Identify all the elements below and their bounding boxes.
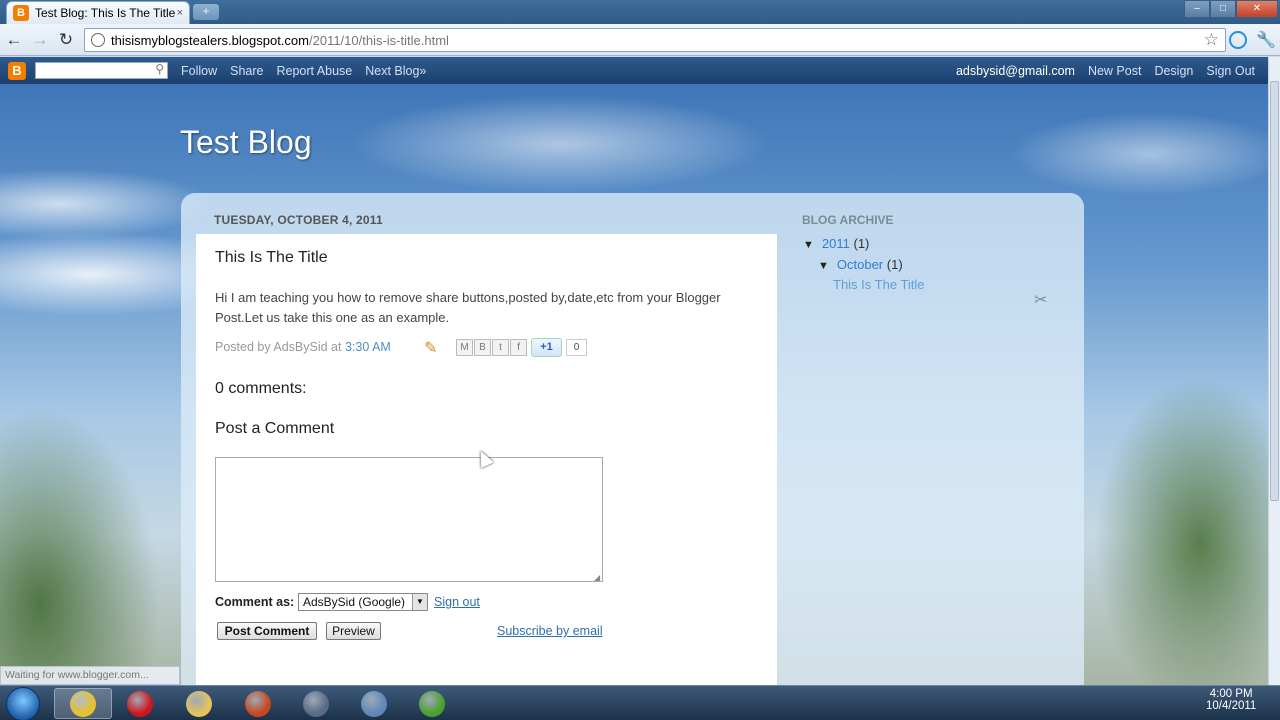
status-bar: Waiting for www.blogger.com...	[0, 666, 180, 685]
post-comment-button[interactable]: Post Comment	[217, 622, 317, 640]
expand-triangle-icon[interactable]: ▼	[818, 260, 829, 272]
archive-year-row[interactable]: ▼ 2011 (1)	[803, 236, 869, 251]
blog-archive-heading: BLOG ARCHIVE	[802, 213, 894, 227]
preview-button[interactable]: Preview	[326, 622, 381, 640]
report-abuse-link[interactable]: Report Abuse	[276, 64, 352, 78]
twitter-share-icon[interactable]: t	[492, 339, 509, 356]
tray-clock[interactable]: 4:00 PM 10/4/2011	[1206, 688, 1256, 712]
taskbar-app-explorer[interactable]	[170, 688, 228, 719]
user-email: adsbysid@gmail.com	[955, 63, 1075, 78]
archive-year-link[interactable]: 2011	[822, 236, 850, 251]
expand-triangle-icon[interactable]: ▼	[803, 239, 814, 251]
comment-as-select[interactable]: AdsBySid (Google) ▼	[298, 593, 428, 611]
blog-search-input[interactable]: ⚲	[35, 62, 168, 79]
forward-button[interactable]: →	[30, 30, 50, 50]
start-button[interactable]	[6, 687, 40, 720]
facebook-share-icon[interactable]: f	[510, 339, 527, 356]
tray-date: 10/4/2011	[1206, 700, 1257, 712]
search-icon[interactable]: ⚲	[155, 62, 164, 76]
scrollbar-thumb[interactable]	[1270, 81, 1279, 501]
blogthis-share-icon[interactable]: B	[474, 339, 491, 356]
post-body: Hi I am teaching you how to remove share…	[215, 290, 721, 325]
taskbar-app-flash[interactable]	[229, 688, 287, 719]
movie-maker-icon	[303, 690, 329, 717]
archive-month-link[interactable]: October	[837, 257, 883, 272]
taskbar-app-opera[interactable]	[111, 688, 169, 719]
taskbar-app-webcam[interactable]	[345, 688, 403, 719]
archive-month-count: (1)	[886, 257, 903, 272]
archive-month-row[interactable]: ▼ October (1)	[818, 257, 903, 272]
bookmark-star-icon[interactable]: ☆	[1204, 30, 1219, 50]
post-time-link[interactable]: 3:30 AM	[345, 340, 391, 354]
opera-icon	[127, 690, 153, 717]
back-button[interactable]: ←	[4, 30, 24, 50]
browser-toolbar: ← → ↻ thisismyblogstealers.blogspot.com /…	[0, 24, 1280, 56]
tab-close-icon[interactable]: ×	[177, 7, 183, 19]
taskbar-app-chrome[interactable]	[54, 688, 112, 719]
plusone-count: 0	[566, 339, 587, 356]
webcam-icon	[361, 690, 387, 717]
comment-as-value: AdsBySid (Google)	[303, 595, 406, 609]
extension-icon[interactable]	[1229, 31, 1247, 49]
post-footer: Posted by AdsBySid at 3:30 AM	[215, 340, 391, 354]
tab-title: Test Blog: This Is The Title	[35, 6, 176, 20]
taskbar-app-utorrent[interactable]	[403, 688, 461, 719]
sign-out-link[interactable]: Sign Out	[1206, 64, 1255, 78]
url-host: thisismyblogstealers.blogspot.com	[111, 32, 309, 48]
tab-strip: B Test Blog: This Is The Title × + – □ ✕	[0, 0, 1280, 24]
date-header: TUESDAY, OCTOBER 4, 2011	[214, 213, 383, 227]
wrench-menu-icon[interactable]: 🔧	[1256, 30, 1276, 50]
share-link[interactable]: Share	[230, 64, 263, 78]
comment-textarea[interactable]	[215, 457, 603, 582]
windows-taskbar	[0, 685, 1280, 720]
resize-grip-icon[interactable]: ◢	[594, 573, 600, 582]
comment-sign-out-link[interactable]: Sign out	[434, 595, 480, 609]
edit-post-pencil-icon[interactable]: ✎	[424, 338, 437, 358]
plusone-button[interactable]: +1	[531, 338, 562, 357]
close-window-button[interactable]: ✕	[1236, 0, 1278, 18]
new-tab-button[interactable]: +	[193, 4, 219, 20]
design-link[interactable]: Design	[1154, 64, 1193, 78]
edit-gadget-tools-icon[interactable]: ✂	[1034, 290, 1047, 310]
reload-button[interactable]: ↻	[56, 30, 76, 50]
subscribe-by-email-link[interactable]: Subscribe by email	[497, 624, 603, 638]
page-info-icon[interactable]	[91, 33, 105, 47]
explorer-icon	[186, 690, 212, 717]
new-post-link[interactable]: New Post	[1088, 64, 1142, 78]
follow-link[interactable]: Follow	[181, 64, 217, 78]
vertical-scrollbar[interactable]	[1268, 57, 1280, 685]
blogger-navbar: B ⚲ Follow Share Report Abuse Next Blog»…	[0, 57, 1268, 84]
post-title[interactable]: This Is The Title	[215, 249, 328, 267]
archive-year-count: (1)	[853, 236, 870, 251]
flash-icon	[245, 690, 271, 717]
archive-post-link[interactable]: This Is The Title	[833, 277, 925, 292]
next-blog-link[interactable]: Next Blog»	[365, 64, 426, 78]
comments-count: 0 comments:	[215, 380, 307, 397]
browser-tab[interactable]: B Test Blog: This Is The Title ×	[6, 1, 190, 24]
post-comment-heading: Post a Comment	[215, 420, 335, 437]
dropdown-arrow-icon[interactable]: ▼	[412, 594, 427, 610]
taskbar-app-movie-maker[interactable]	[287, 688, 345, 719]
blogger-favicon-icon: B	[13, 5, 29, 21]
utorrent-icon	[419, 690, 445, 717]
posted-by-text: Posted by AdsBySid at	[215, 340, 342, 354]
address-bar[interactable]: thisismyblogstealers.blogspot.com/2011/1…	[84, 28, 1226, 52]
comment-as-label: Comment as:	[215, 595, 295, 609]
minimize-button[interactable]: –	[1184, 0, 1210, 18]
tray-time: 4:00 PM	[1209, 688, 1253, 700]
maximize-button[interactable]: □	[1210, 0, 1236, 18]
chrome-icon	[70, 690, 96, 717]
blogger-logo-icon[interactable]: B	[8, 61, 26, 80]
blog-title[interactable]: Test Blog	[180, 124, 312, 161]
url-path: /2011/10/this-is-title.html	[308, 32, 449, 48]
email-share-icon[interactable]: M	[456, 339, 473, 356]
